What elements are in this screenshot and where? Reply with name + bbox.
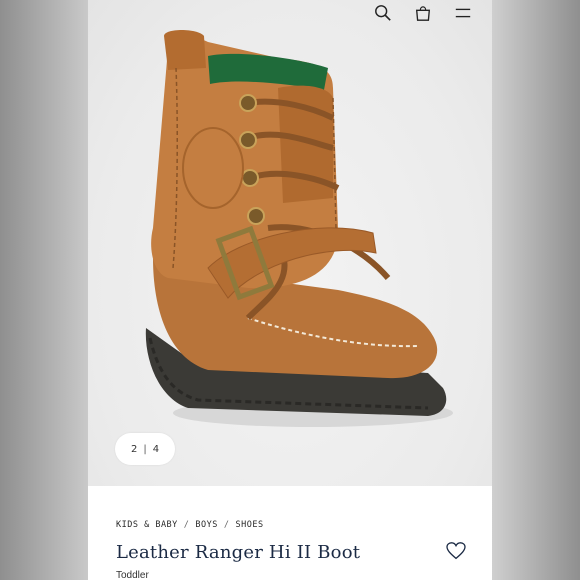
breadcrumb: KIDS & BABY / BOYS / SHOES	[116, 520, 264, 530]
search-icon[interactable]	[374, 4, 392, 22]
backdrop-right	[492, 0, 580, 580]
boot-image	[145, 30, 453, 427]
product-info: KIDS & BABY / BOYS / SHOES Leather Range…	[88, 486, 492, 580]
backdrop-left	[0, 0, 88, 580]
breadcrumb-separator: /	[223, 520, 230, 530]
breadcrumb-separator: /	[183, 520, 190, 530]
breadcrumb-boys[interactable]: BOYS	[195, 520, 217, 530]
product-title: Leather Ranger Hi II Boot	[116, 542, 361, 563]
menu-icon[interactable]	[454, 4, 472, 22]
breadcrumb-shoes[interactable]: SHOES	[236, 520, 264, 530]
product-page: 2 | 4 KIDS & BABY / BOYS / SHOES Leather…	[88, 0, 492, 580]
heart-icon[interactable]	[446, 542, 466, 560]
breadcrumb-kids-baby[interactable]: KIDS & BABY	[116, 520, 178, 530]
pagination-separator: |	[143, 443, 147, 455]
header-toolbar	[374, 0, 472, 26]
current-page: 2	[130, 443, 138, 455]
product-subtitle: Toddler	[116, 570, 149, 580]
product-image-gallery[interactable]: 2 | 4	[88, 0, 492, 486]
gallery-pagination[interactable]: 2 | 4	[115, 433, 175, 465]
shopping-bag-icon[interactable]	[414, 4, 432, 22]
total-pages: 4	[152, 443, 160, 455]
